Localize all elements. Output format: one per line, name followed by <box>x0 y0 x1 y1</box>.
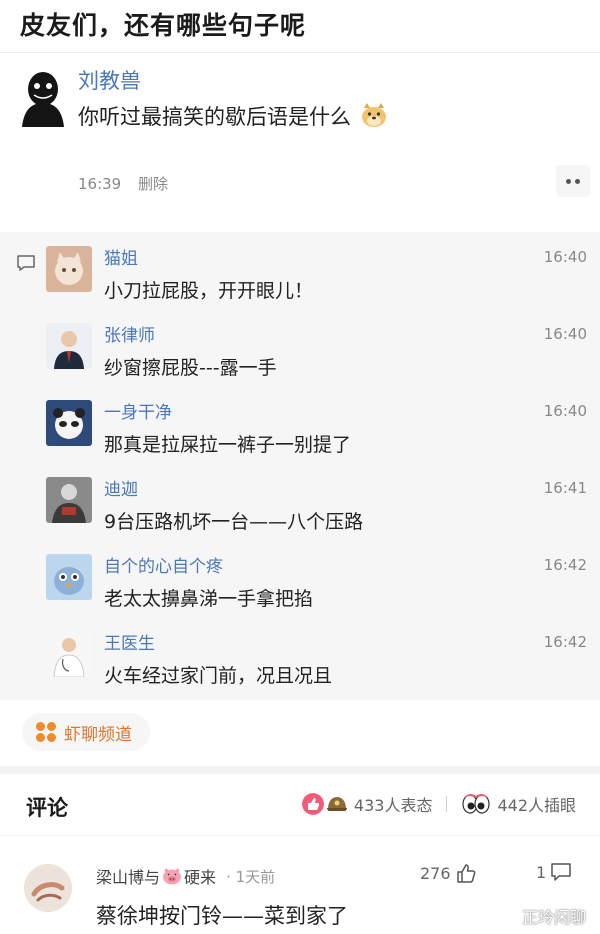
commenter-avatar[interactable] <box>24 864 72 912</box>
replies-panel: 猫姐 16:40 小刀拉屁股，开开眼儿！ 张律师 16:40 纱窗擦屁股---露… <box>0 232 600 700</box>
reply-item[interactable]: 张律师 16:40 纱窗擦屁股---露一手 <box>46 313 591 387</box>
reply-item[interactable]: 王医生 16:42 火车经过家门前，况且况且 <box>46 621 591 695</box>
reply-avatar[interactable] <box>46 246 92 292</box>
reply-time: 16:42 <box>543 633 587 651</box>
post-question-text: 你听过最搞笑的歇后语是什么 <box>78 105 351 129</box>
channel-flower-icon <box>36 722 56 742</box>
more-dot-icon <box>575 178 580 184</box>
reply-avatar[interactable] <box>46 400 92 446</box>
comment-text: 蔡徐坤按门铃——菜到家了 <box>96 904 348 928</box>
reply-text: 老太太擤鼻涕一手拿把掐 <box>104 588 314 610</box>
eyes-icon <box>462 794 491 814</box>
comment-time: · 1天前 <box>226 867 276 886</box>
comment-item: 梁山博与 硬来 · 1天前 276 1 蔡徐坤按门铃——菜到家了 正玲闲聊 <box>0 836 600 934</box>
reply-item[interactable]: 一身干净 16:40 那真是拉屎拉一裤子一别提了 <box>46 390 591 464</box>
thumbs-up-reaction-icon <box>301 793 324 815</box>
reply-avatar[interactable] <box>46 323 92 369</box>
reply-author[interactable]: 张律师 <box>104 321 155 346</box>
post-question: 你听过最搞笑的歇后语是什么 <box>78 101 388 131</box>
comment-bubble-icon[interactable] <box>16 254 36 272</box>
reply-text: 小刀拉屁股，开开眼儿！ <box>104 280 314 302</box>
stare-count-label: 442人插眼 <box>497 796 576 815</box>
reply-item[interactable]: 迪迦 16:41 9台压路机坏一台——八个压路 <box>46 467 591 541</box>
reply-author[interactable]: 迪迦 <box>104 475 138 500</box>
reply-author[interactable]: 猫姐 <box>104 244 138 269</box>
delete-link[interactable]: 删除 <box>138 175 168 193</box>
reply-text: 火车经过家门前，况且况且 <box>104 665 333 687</box>
post-author-name[interactable]: 刘教兽 <box>78 65 141 95</box>
reaction-summary[interactable]: 433人表态 442人插眼 <box>301 792 576 816</box>
reply-bubble-icon <box>551 863 571 881</box>
pig-emoji-icon <box>163 868 182 885</box>
helmet-reaction-icon <box>326 797 347 811</box>
commenter-name-prefix: 梁山博与 <box>96 868 161 887</box>
comment-reply-button[interactable]: 1 <box>536 862 572 882</box>
reply-time: 16:40 <box>543 248 587 266</box>
reply-time: 16:41 <box>543 479 587 497</box>
reply-avatar[interactable] <box>46 477 92 523</box>
watermark: 正玲闲聊 <box>521 908 586 927</box>
doge-emoji-icon <box>361 103 386 127</box>
reply-count: 1 <box>536 862 547 882</box>
page-headline: 皮友们，还有哪些句子呢 <box>20 11 307 40</box>
reply-author[interactable]: 王医生 <box>104 629 155 654</box>
comment-like-button[interactable]: 276 <box>420 862 477 884</box>
channel-chip[interactable]: 虾聊频道 <box>22 713 150 751</box>
more-options-button[interactable] <box>556 165 590 197</box>
comments-header: 评论 433人表态 442人插眼 <box>0 774 600 836</box>
reply-item[interactable]: 猫姐 16:40 小刀拉屁股，开开眼儿！ <box>46 236 591 310</box>
post-time: 16:39 <box>78 175 122 193</box>
reply-text: 纱窗擦屁股---露一手 <box>104 357 277 379</box>
section-divider <box>0 766 600 774</box>
thumbs-up-icon <box>456 864 475 883</box>
reply-avatar[interactable] <box>46 554 92 600</box>
reply-text: 那真是拉屎拉一裤子一别提了 <box>104 434 352 456</box>
more-dot-icon <box>566 178 571 184</box>
reaction-divider <box>446 796 448 812</box>
like-count: 276 <box>420 863 451 883</box>
reply-time: 16:42 <box>543 556 587 574</box>
reply-time: 16:40 <box>543 325 587 343</box>
reaction-count-label: 433人表态 <box>353 796 433 815</box>
reply-time: 16:40 <box>543 402 587 420</box>
reply-author[interactable]: 一身干净 <box>104 398 172 423</box>
comments-title: 评论 <box>26 796 68 820</box>
reply-author[interactable]: 自个的心自个疼 <box>104 552 223 577</box>
reply-item[interactable]: 自个的心自个疼 16:42 老太太擤鼻涕一手拿把掐 <box>46 544 591 618</box>
post-meta: 16:39 删除 <box>78 173 168 194</box>
reply-avatar[interactable] <box>46 631 92 677</box>
commenter-name-suffix: 硬来 <box>184 868 217 887</box>
channel-label: 虾聊频道 <box>64 724 132 745</box>
reply-text: 9台压路机坏一台——八个压路 <box>104 511 364 533</box>
author-avatar[interactable] <box>18 69 68 127</box>
commenter-name[interactable]: 梁山博与 硬来 · 1天前 <box>96 864 275 888</box>
post-card: 刘教兽 你听过最搞笑的歇后语是什么 16:39 删除 <box>0 52 600 228</box>
